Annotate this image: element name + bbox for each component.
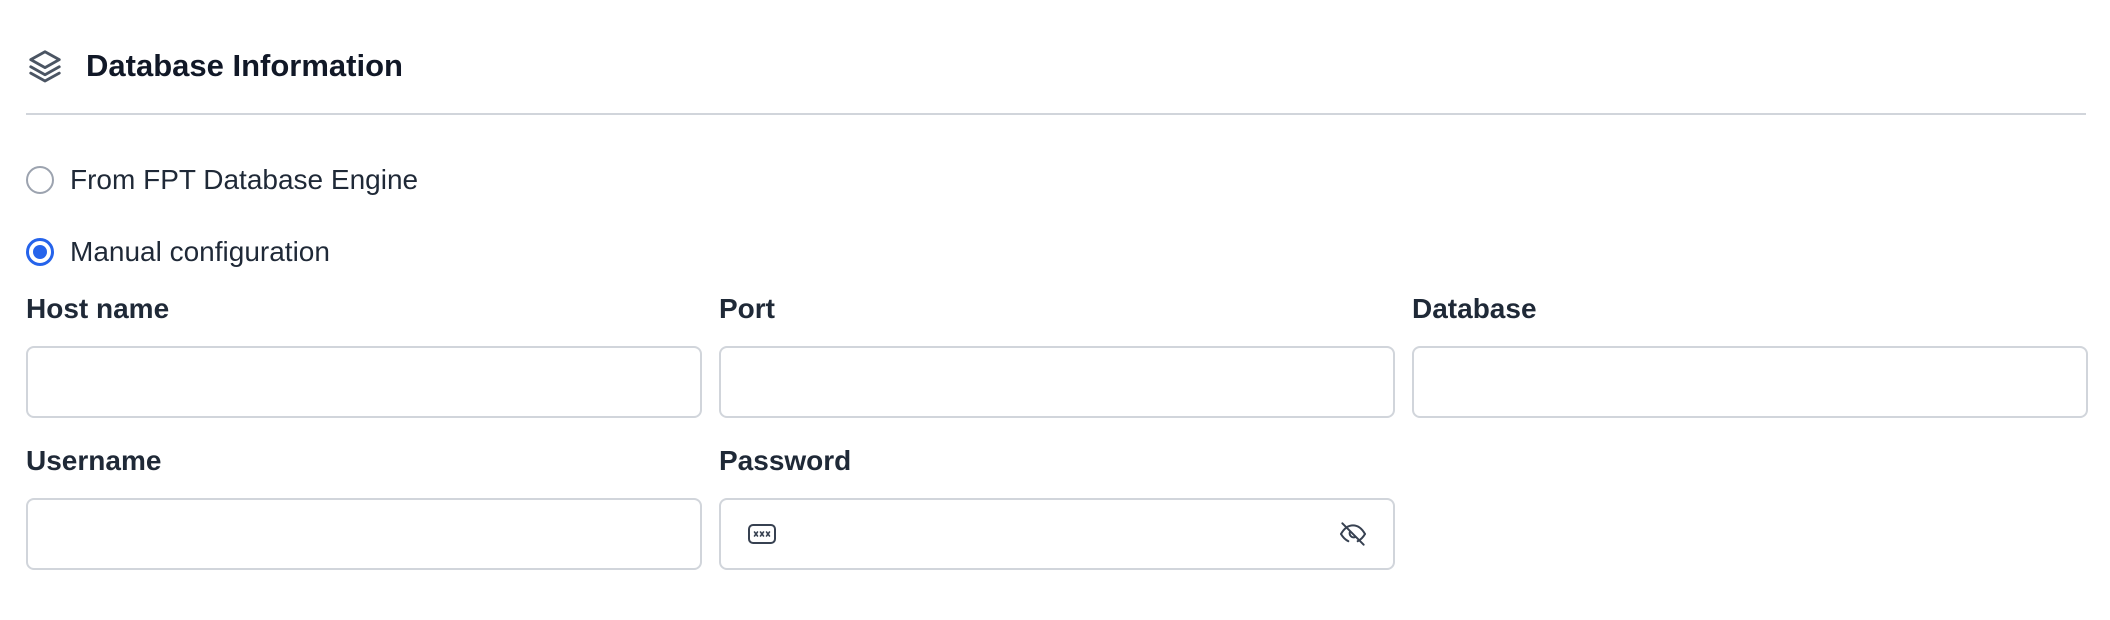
radio-label: From FPT Database Engine bbox=[70, 164, 419, 195]
password-input-wrapper bbox=[719, 498, 1395, 570]
port-input[interactable] bbox=[721, 348, 1393, 416]
database-input-wrapper bbox=[1412, 346, 2088, 418]
host-name-input-wrapper bbox=[26, 346, 702, 418]
host-name-input[interactable] bbox=[28, 348, 700, 416]
radio-button-unchecked[interactable] bbox=[26, 166, 54, 194]
radio-option-manual-configuration[interactable]: Manual configuration bbox=[26, 234, 330, 270]
username-field: Username bbox=[26, 444, 702, 570]
radio-option-fpt-database-engine[interactable]: From FPT Database Engine bbox=[26, 162, 418, 198]
radio-button-checked[interactable] bbox=[26, 238, 54, 266]
database-label: Database bbox=[1412, 293, 1537, 324]
database-field: Database bbox=[1412, 292, 2088, 418]
section-title: Database Information bbox=[86, 48, 403, 83]
password-field: Password bbox=[719, 444, 1395, 570]
port-field: Port bbox=[719, 292, 1395, 418]
port-label: Port bbox=[719, 293, 775, 324]
username-input[interactable] bbox=[28, 500, 700, 568]
header-divider bbox=[26, 113, 2086, 115]
username-label: Username bbox=[26, 445, 162, 476]
radio-label: Manual configuration bbox=[70, 236, 330, 267]
port-input-wrapper bbox=[719, 346, 1395, 418]
username-input-wrapper bbox=[26, 498, 702, 570]
layers-icon bbox=[26, 47, 64, 85]
password-input[interactable] bbox=[721, 500, 1393, 568]
section-header: Database Information bbox=[26, 44, 403, 88]
password-label: Password bbox=[719, 445, 852, 476]
host-name-field: Host name bbox=[26, 292, 702, 418]
database-input[interactable] bbox=[1414, 348, 2086, 416]
eye-off-icon[interactable] bbox=[1337, 518, 1369, 550]
host-name-label: Host name bbox=[26, 293, 170, 324]
